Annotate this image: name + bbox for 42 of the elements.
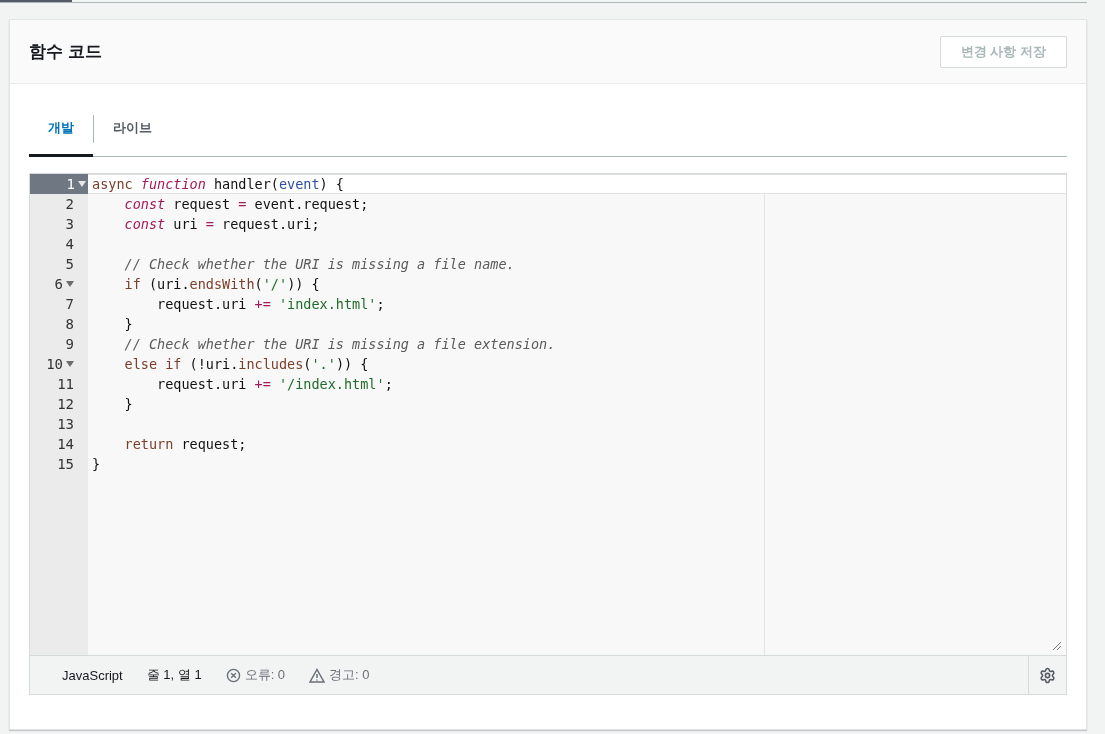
warning-icon [309,667,326,683]
line-number: 4 [65,236,74,252]
tab-indicator [0,0,72,2]
cursor-position: 줄 1, 열 1 [146,666,202,684]
line-number: 14 [57,436,74,452]
gear-icon [1039,666,1056,684]
panel-title: 함수 코드 [29,41,102,63]
fold-caret-icon[interactable] [78,181,86,187]
warning-count: 경고: 0 [329,666,370,684]
fold-caret-icon[interactable] [66,361,74,367]
line-number: 5 [65,256,74,272]
line-number: 13 [57,416,74,432]
line-number: 9 [65,336,74,352]
code-line: const uri = request.uri; [123,216,320,232]
line-number: 2 [65,196,74,212]
code-line: } [123,316,133,332]
line-number: 12 [57,396,74,412]
line-number: 11 [57,376,74,392]
error-icon [225,667,241,683]
code-line: } [92,456,101,472]
code-line: // Check whether the URI is missing a file name. [123,256,515,272]
code-line: } [123,396,133,412]
language-label: JavaScript [62,667,123,683]
fold-caret-icon[interactable] [66,281,74,287]
line-number: 6 [54,276,63,292]
line-number: 1 [66,176,75,192]
code-line: request.uri += 'index.html'; [156,296,385,312]
code-line: // Check whether the URI is missing a file extension. [123,336,556,352]
code-line: else if (!uri.includes('.')) { [123,356,369,372]
line-number: 8 [65,316,74,332]
line-number: 15 [57,456,74,472]
tab[interactable]: 라이브 [94,102,171,157]
code-line: if (uri.endsWith('/')) { [123,276,320,292]
code-line: return request; [123,436,247,452]
line-number: 10 [46,356,63,372]
code-line: request.uri += '/index.html'; [156,376,393,392]
code-line: const request = event.request; [123,196,369,212]
error-count: 오류: 0 [244,666,286,684]
line-number: 3 [65,216,74,232]
code-line: async function handler(event) { [92,176,344,192]
line-number: 7 [65,296,74,312]
resize-grip-icon[interactable] [1052,641,1062,651]
